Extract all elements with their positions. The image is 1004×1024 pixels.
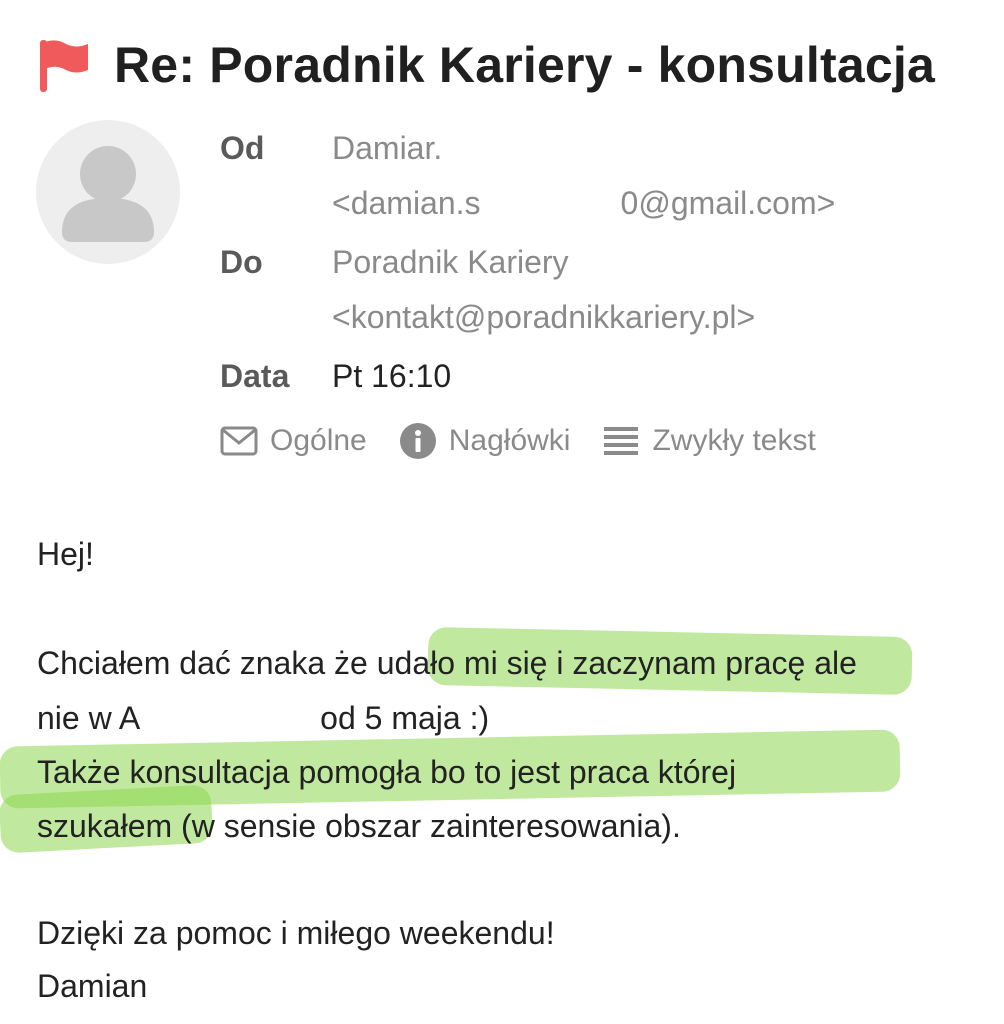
message-greeting: Hej! <box>37 536 94 572</box>
message-line-end: od 5 maja :) <box>320 700 490 736</box>
message-line: Chciałem dać znaka że udało mi się i zac… <box>37 645 857 681</box>
tab-headers-label: Nagłówki <box>448 424 571 457</box>
from-name-text: Damiar. <box>332 130 452 166</box>
subject-row: Re: Poradnik Kariery - konsultacja <box>36 36 935 94</box>
to-email[interactable]: <kontakt@poradnikkariery.pl> <box>332 299 755 336</box>
message-line: szukałem (w sensie obszar zainteresowani… <box>37 808 681 844</box>
from-name[interactable]: Damiar. <box>332 130 532 167</box>
message-line: Dzięki za pomoc i miłego weekendu! <box>37 915 555 951</box>
message-line: nie w A od 5 maja :) <box>37 700 489 737</box>
redaction-mark <box>480 190 621 221</box>
message-line: Także konsultacja pomogła bo to jest pra… <box>37 754 737 790</box>
to-label: Do <box>220 244 263 280</box>
date-value: Pt 16:10 <box>332 358 452 394</box>
from-label: Od <box>220 130 265 166</box>
date-label: Data <box>220 358 290 394</box>
sender-avatar <box>36 120 180 264</box>
from-email-start: <damian.s <box>332 185 481 221</box>
email-subject: Re: Poradnik Kariery - konsultacja <box>114 37 935 93</box>
info-icon <box>399 423 436 459</box>
view-tabs: Ogólne Nagłówki Zwykły tekst <box>220 422 816 460</box>
from-email-end: 0@gmail.com> <box>620 185 836 221</box>
envelope-icon <box>220 426 258 456</box>
tab-general[interactable]: Ogólne <box>220 424 367 458</box>
default-user-avatar-icon <box>62 146 154 242</box>
message-signature: Damian <box>37 968 148 1004</box>
tab-plain-text-label: Zwykły tekst <box>652 424 816 457</box>
tab-headers[interactable]: Nagłówki <box>399 422 571 460</box>
redaction-mark <box>140 705 321 736</box>
message-line-start: nie w A <box>37 700 141 736</box>
tab-plain-text[interactable]: Zwykły tekst <box>602 424 816 458</box>
red-flag-icon[interactable] <box>36 36 92 94</box>
redaction-mark <box>451 135 532 166</box>
tab-general-label: Ogólne <box>270 424 367 457</box>
lines-icon <box>604 427 639 455</box>
to-name[interactable]: Poradnik Kariery <box>332 244 569 281</box>
from-email[interactable]: <damian.s 0@gmail.com> <box>332 185 835 222</box>
